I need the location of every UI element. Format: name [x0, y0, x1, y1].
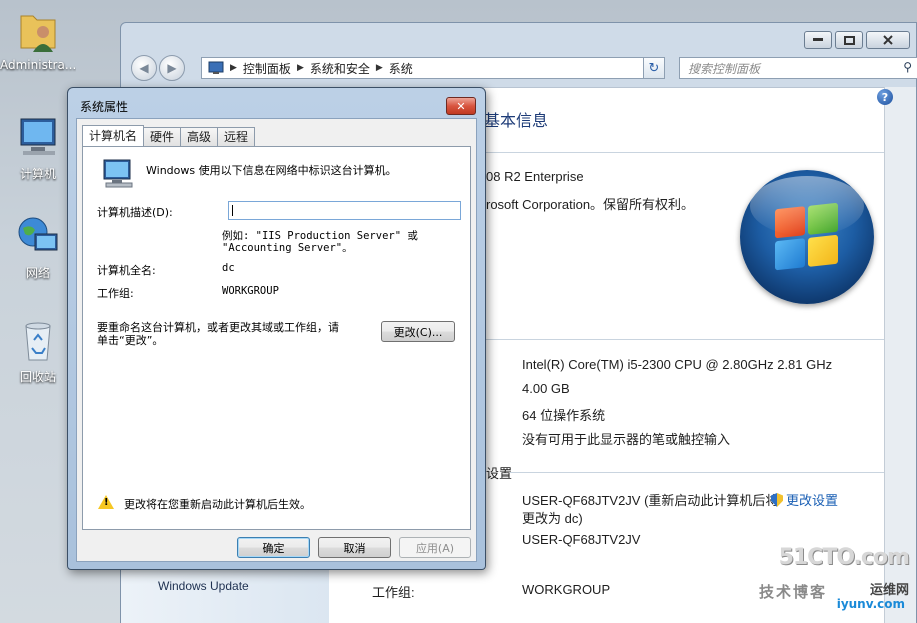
- breadcrumb-control-panel[interactable]: 控制面板: [243, 60, 291, 77]
- search-placeholder: 搜索控制面板: [688, 61, 761, 76]
- divider: [486, 339, 884, 340]
- computer-name-section-label: 设置: [486, 466, 513, 481]
- workgroup-label: 工作组:: [97, 287, 134, 300]
- control-panel-icon: [208, 61, 224, 74]
- pen-touch-value: 没有可用于此显示器的笔或触控输入: [522, 432, 731, 447]
- tab-advanced[interactable]: 高级: [180, 127, 219, 146]
- maximize-button[interactable]: [835, 31, 863, 49]
- watermark-tech-blog: 技术博客: [759, 583, 828, 601]
- full-computer-name-value: USER-QF68JTV2JV: [522, 532, 641, 547]
- minimize-button[interactable]: [804, 31, 832, 49]
- back-button[interactable]: ◀: [131, 55, 157, 81]
- restart-warning-text: 更改将在您重新启动此计算机后生效。: [124, 498, 311, 511]
- desktop-icon-computer[interactable]: 计算机: [0, 115, 76, 182]
- refresh-icon: ↻: [648, 60, 660, 76]
- desktop-icon-recycle-bin[interactable]: 回收站: [0, 318, 76, 385]
- tab-hardware[interactable]: 硬件: [143, 127, 182, 146]
- windows-update-link[interactable]: Windows Update: [158, 579, 249, 593]
- apply-button[interactable]: 应用(A): [399, 537, 471, 558]
- dialog-close-button[interactable]: ✕: [446, 97, 476, 115]
- recycle-bin-icon: [15, 318, 61, 364]
- change-settings-label: 更改设置: [786, 493, 839, 508]
- tab-strip: 计算机名 硬件 高级 远程: [82, 125, 256, 146]
- desktop-icon-administrator[interactable]: Administra...: [0, 8, 76, 72]
- example-text-line2: "Accounting Server"。: [222, 242, 353, 254]
- computer-icon: [15, 115, 61, 161]
- computer-name-panel: Windows 使用以下信息在网络中标识这台计算机。 计算机描述(D): 例如:…: [82, 146, 471, 530]
- tab-remote[interactable]: 远程: [217, 127, 256, 146]
- full-computer-name-value: dc: [222, 262, 235, 274]
- cancel-button[interactable]: 取消: [318, 537, 391, 558]
- computer-description-label: 计算机描述(D):: [97, 206, 173, 219]
- forward-arrow-icon: ▶: [167, 61, 177, 75]
- network-globe-icon: [15, 214, 61, 260]
- memory-value: 4.00 GB: [522, 381, 570, 396]
- breadcrumb-separator: ▶: [375, 63, 383, 73]
- close-window-button[interactable]: [866, 31, 910, 49]
- copyright-text: rosoft Corporation。保留所有权利。: [486, 197, 695, 212]
- ok-button[interactable]: 确定: [237, 537, 310, 558]
- dialog-body: 计算机名 硬件 高级 远程 Windows 使用以下信息在网络中标识这台计算机。…: [76, 118, 477, 562]
- desktop-icon-label: Administra...: [0, 58, 76, 72]
- breadcrumb-separator: ▶: [230, 63, 237, 73]
- forward-button[interactable]: ▶: [159, 55, 185, 81]
- processor-value: Intel(R) Core(TM) i5-2300 CPU @ 2.80GHz …: [522, 357, 833, 372]
- watermark-iyunv: iyunv.com: [836, 597, 905, 611]
- workgroup-value: WORKGROUP: [522, 582, 611, 597]
- search-input[interactable]: 搜索控制面板 ⚲: [679, 57, 917, 79]
- vertical-scrollbar[interactable]: [884, 87, 916, 623]
- uac-shield-icon: [771, 493, 783, 507]
- watermark-51cto: 51CTO.com: [778, 545, 910, 570]
- address-bar[interactable]: ▶ 控制面板 ▶ 系统和安全 ▶ 系统 ▼: [201, 57, 665, 79]
- windows-edition: 08 R2 Enterprise: [486, 169, 584, 184]
- breadcrumb-system[interactable]: 系统: [389, 60, 413, 77]
- close-icon: [883, 35, 893, 45]
- desktop-icon-label: 计算机: [19, 167, 56, 181]
- divider: [510, 472, 884, 473]
- full-computer-name-label: 计算机全名:: [97, 264, 156, 277]
- computer-name-value-cont: 更改为 dc): [522, 511, 583, 526]
- computer-description-input[interactable]: [228, 201, 461, 220]
- watermark-yunwei: 运维网: [869, 583, 909, 598]
- back-arrow-icon: ◀: [139, 61, 149, 75]
- warning-icon: [98, 495, 114, 509]
- desktop-icon-network[interactable]: 网络: [0, 214, 76, 281]
- intro-text: Windows 使用以下信息在网络中标识这台计算机。: [146, 164, 397, 177]
- minimize-icon: [813, 38, 823, 41]
- rename-instruction-line2: 单击“更改”。: [97, 334, 164, 347]
- page-title: 基本信息: [484, 111, 549, 130]
- refresh-button[interactable]: ↻: [643, 57, 665, 79]
- close-icon: ✕: [456, 99, 466, 113]
- navigation-bar: ◀ ▶ ▶ 控制面板 ▶ 系统和安全 ▶ 系统 ▼ ↻ 搜索控制面板 ⚲: [129, 55, 917, 81]
- computer-icon: [103, 159, 133, 188]
- workgroup-label: 工作组:: [372, 585, 415, 600]
- window-controls: [804, 31, 910, 49]
- divider: [486, 152, 884, 153]
- watermark: 51CTO.com 技术博客 运维网 iyunv.com: [759, 545, 910, 617]
- dialog-title: 系统属性: [80, 100, 129, 114]
- user-folder-icon: [15, 8, 61, 54]
- change-settings-link[interactable]: 更改设置: [771, 490, 838, 509]
- system-properties-dialog: 系统属性 ✕ 计算机名 硬件 高级 远程 Windows 使用以下信息在网络中标…: [67, 87, 486, 570]
- desktop-icon-label: 回收站: [19, 370, 56, 384]
- text-caret: [232, 205, 233, 216]
- change-button[interactable]: 更改(C)...: [381, 321, 455, 342]
- workgroup-value: WORKGROUP: [222, 285, 279, 297]
- windows-logo: [740, 170, 874, 304]
- restore-icon: [843, 35, 855, 45]
- breadcrumb-separator: ▶: [296, 63, 304, 73]
- search-icon[interactable]: ⚲: [903, 60, 912, 74]
- system-type-value: 64 位操作系统: [522, 408, 606, 423]
- desktop-icon-label: 网络: [25, 266, 50, 280]
- computer-name-value: USER-QF68JTV2JV (重新启动此计算机后将: [522, 493, 779, 508]
- breadcrumb-system-security[interactable]: 系统和安全: [310, 60, 370, 77]
- tab-computer-name[interactable]: 计算机名: [82, 125, 145, 146]
- help-icon[interactable]: ?: [877, 89, 893, 105]
